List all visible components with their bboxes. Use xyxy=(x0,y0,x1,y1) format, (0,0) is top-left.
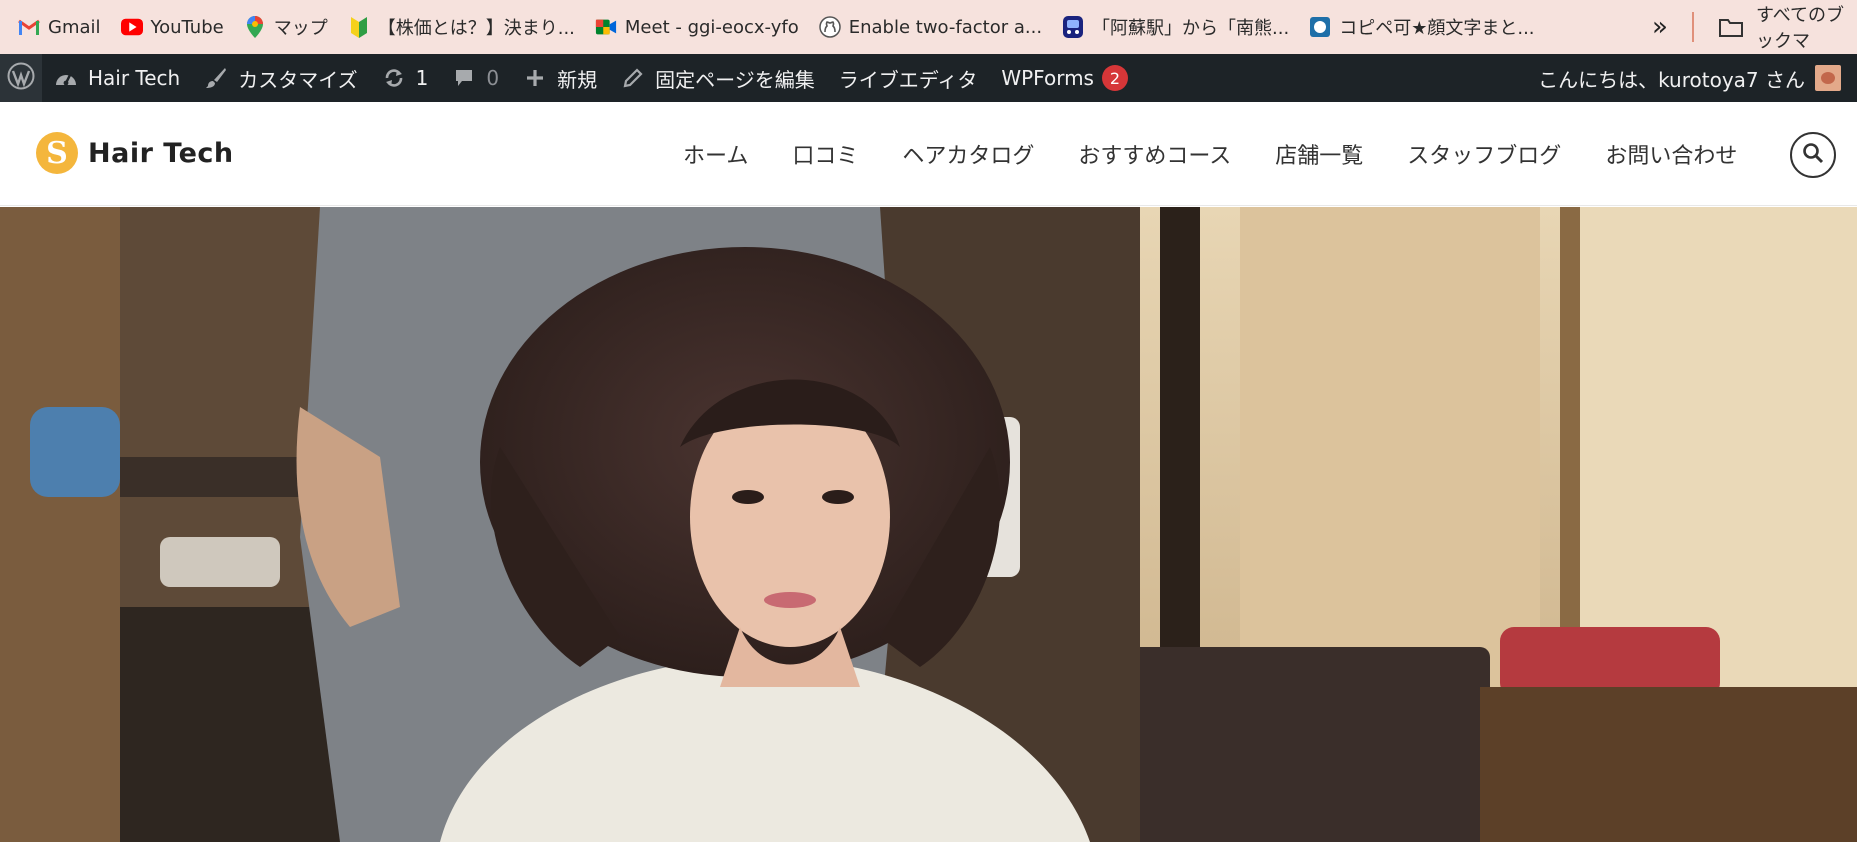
edit-page-label: 固定ページを編集 xyxy=(655,67,815,92)
dashboard-icon xyxy=(54,66,78,90)
updates-button[interactable]: 1 xyxy=(370,54,441,102)
youtube-icon xyxy=(120,16,143,38)
bookmark-label: 【株価とは？】決まり... xyxy=(377,18,575,39)
bookmark-youtube[interactable]: YouTube xyxy=(111,7,234,47)
bookmark-gmail[interactable]: Gmail xyxy=(8,7,111,47)
main-navigation: ホーム 口コミ ヘアカタログ おすすめコース 店舗一覧 スタッフブログ お問い合… xyxy=(683,102,1737,206)
github-icon xyxy=(818,16,841,38)
bookmark-label: マップ xyxy=(273,18,328,39)
gmail-icon xyxy=(18,16,40,38)
all-bookmarks-label: すべてのブックマ xyxy=(1756,5,1845,52)
site-logo[interactable]: S Hair Tech xyxy=(36,132,234,174)
hero-image xyxy=(0,207,1857,842)
nav-item-reviews[interactable]: 口コミ xyxy=(792,138,858,170)
bookmark-maps[interactable]: マップ xyxy=(234,7,338,47)
nav-item-staff-blog[interactable]: スタッフブログ xyxy=(1407,138,1561,170)
search-button[interactable] xyxy=(1790,132,1836,178)
search-icon xyxy=(1802,142,1824,168)
bookmark-label: Meet - ggi-eocx-yfo xyxy=(624,16,799,38)
bookmark-label: Gmail xyxy=(48,16,101,38)
wordpress-logo-button[interactable] xyxy=(0,54,42,102)
beginner-mark-icon xyxy=(348,16,370,38)
bookmark-stock[interactable]: 【株価とは？】決まり... xyxy=(338,7,585,47)
live-editor-button[interactable]: ライブエディタ xyxy=(827,54,990,102)
comments-button[interactable]: 0 xyxy=(440,54,511,102)
nav-item-hair-catalog[interactable]: ヘアカタログ xyxy=(902,138,1034,170)
logo-mark: S xyxy=(36,132,78,174)
plus-icon xyxy=(523,66,547,90)
bookmark-transit[interactable]: 「阿蘇駅」から「南熊... xyxy=(1052,7,1299,47)
site-name-label: Hair Tech xyxy=(88,66,181,90)
wp-admin-bar: Hair Tech カスタマイズ 1 0 新規 固定ページを編集 ライブエディタ… xyxy=(0,54,1857,102)
bookmark-label: YouTube xyxy=(150,16,224,38)
bookmark-label: Enable two-factor a... xyxy=(848,16,1043,38)
wordpress-icon xyxy=(7,62,35,95)
customize-label: カスタマイズ xyxy=(238,67,358,92)
nav-item-store-list[interactable]: 店舗一覧 xyxy=(1275,138,1363,170)
double-chevron-icon[interactable]: » xyxy=(1640,7,1680,47)
greeting-label: こんにちは、kurotoya7 さん xyxy=(1538,67,1805,92)
bookmark-label: コピペ可★顔文字まと... xyxy=(1339,18,1535,39)
wpforms-notification-badge: 2 xyxy=(1101,65,1128,91)
comments-count: 0 xyxy=(486,66,500,90)
all-bookmarks-button[interactable]: すべてのブックマ xyxy=(1718,5,1857,52)
edit-page-button[interactable]: 固定ページを編集 xyxy=(609,54,827,102)
wpforms-label: WPForms xyxy=(1001,66,1094,90)
maps-icon xyxy=(244,16,266,38)
live-editor-label: ライブエディタ xyxy=(838,67,978,92)
nav-item-home[interactable]: ホーム xyxy=(683,138,748,170)
bookmark-label: 「阿蘇駅」から「南熊... xyxy=(1092,18,1290,39)
site-icon xyxy=(1309,16,1331,38)
brush-icon xyxy=(204,66,228,90)
wpforms-button[interactable]: WPForms 2 xyxy=(989,54,1140,102)
my-account-button[interactable]: こんにちは、kurotoya7 さん xyxy=(1538,54,1841,102)
transit-icon xyxy=(1062,16,1084,38)
new-content-button[interactable]: 新規 xyxy=(511,54,609,102)
bookmarks-divider xyxy=(1692,12,1694,42)
nav-item-recommended-courses[interactable]: おすすめコース xyxy=(1078,138,1231,170)
nav-item-contact[interactable]: お問い合わせ xyxy=(1605,138,1737,170)
avatar xyxy=(1815,65,1841,91)
bookmark-github[interactable]: Enable two-factor a... xyxy=(809,7,1052,47)
meet-icon xyxy=(595,16,617,38)
pencil-icon xyxy=(621,66,645,90)
updates-count: 1 xyxy=(415,66,429,90)
new-content-label: 新規 xyxy=(557,67,598,92)
site-header: S Hair Tech ホーム 口コミ ヘアカタログ おすすめコース 店舗一覧 … xyxy=(0,102,1857,206)
salon-photo xyxy=(0,207,1857,842)
admin-site-name[interactable]: Hair Tech xyxy=(42,54,192,102)
bookmarks-bar: Gmail YouTube マップ 【株価とは？】決まり... Meet - g… xyxy=(0,0,1857,54)
bookmark-meet[interactable]: Meet - ggi-eocx-yfo xyxy=(585,7,809,47)
customize-button[interactable]: カスタマイズ xyxy=(192,54,369,102)
folder-icon xyxy=(1718,16,1744,38)
comment-icon xyxy=(452,66,476,90)
bookmark-kaomoji[interactable]: コピペ可★顔文字まと... xyxy=(1299,7,1544,47)
refresh-icon xyxy=(382,66,406,90)
logo-text: Hair Tech xyxy=(88,137,234,169)
